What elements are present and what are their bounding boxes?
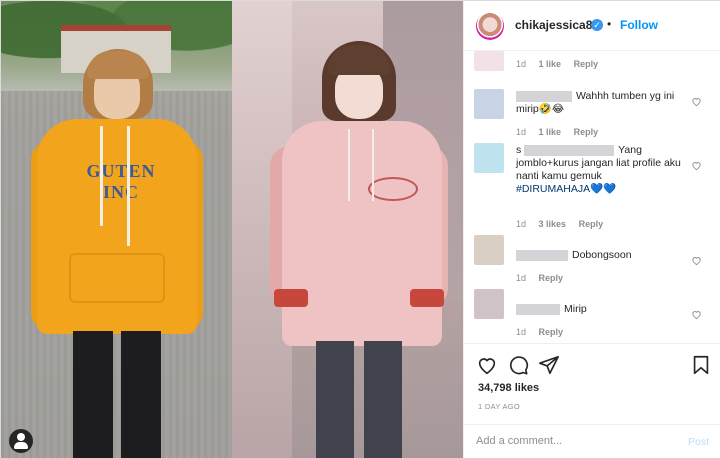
photo-yellow-hoodie: GUTEN INC [1,1,232,458]
comment-body: Mirip [516,303,694,316]
like-comment-heart-icon[interactable] [691,160,702,171]
comment-likes[interactable]: 1 like [539,59,562,69]
hoodie-logo [368,177,418,201]
figure-leg [121,331,161,458]
comment-age: 1d [516,219,527,229]
comment-list[interactable]: 1d 1 like Reply Wahhh tumben yg ini miri… [464,51,720,343]
commenter-name-initial[interactable]: s [516,144,521,156]
post-media[interactable]: GUTEN INC [1,1,463,458]
comment-age: 1d [516,59,527,69]
drawstring [372,129,374,201]
sleeve-cuff [274,289,308,307]
figure-fringe [87,51,149,79]
comment-age: 1d [516,273,527,283]
follow-button[interactable]: Follow [620,18,658,32]
post-header: chikajessica88 ✓ • Follow [464,1,720,51]
commenter-avatar[interactable] [474,51,504,71]
commenter-name-redacted[interactable] [516,249,568,261]
verified-badge-icon: ✓ [591,19,603,31]
photo-pink-hoodie [232,1,463,458]
share-paper-plane-icon[interactable] [538,354,560,376]
figure-leg [73,331,113,458]
commenter-name-redacted[interactable] [524,144,615,156]
post-side-panel: chikajessica88 ✓ • Follow 1d 1 like Repl… [463,1,720,458]
like-comment-heart-icon[interactable] [691,255,702,266]
commenter-avatar[interactable] [474,89,504,119]
instagram-post-frame: GUTEN INC chikajessica88 ✓ • Follow 1d 1… [0,0,720,458]
hoodie-pocket [69,253,165,303]
reply-button[interactable]: Reply [574,59,599,69]
drawstring [127,126,130,246]
avatar[interactable] [476,12,504,40]
separator-dot: • [607,17,612,31]
comment-meta: 1d Reply [516,327,573,337]
commenter-name-redacted[interactable] [516,90,572,102]
drawstring [100,126,103,226]
comment-bubble-icon[interactable] [507,354,529,376]
commenter-avatar[interactable] [474,235,504,265]
drawstring [348,129,350,201]
comment-text: Dobongsoon [572,249,632,261]
comment-body: Dobongsoon [516,249,694,262]
pink-hoodie [282,121,442,346]
like-comment-heart-icon[interactable] [691,309,702,320]
tagged-user-icon[interactable] [9,429,33,453]
reply-button[interactable]: Reply [539,273,564,283]
comment-meta: 1d 1 like Reply [516,59,608,69]
comment-meta: 1d 1 like Reply [516,127,608,137]
comment-meta: 1d 3 likes Reply [516,219,613,229]
figure-leg [316,341,354,458]
comment-likes[interactable]: 1 like [539,127,562,137]
comment-age: 1d [516,127,527,137]
like-heart-icon[interactable] [476,354,498,376]
sleeve-cuff [410,289,444,307]
post-comment-button[interactable]: Post [688,436,709,448]
comment-age: 1d [516,327,527,337]
comment-meta: 1d Reply [516,273,573,283]
like-comment-heart-icon[interactable] [691,96,702,107]
reply-button[interactable]: Reply [579,219,604,229]
commenter-avatar[interactable] [474,143,504,173]
comment-body: s Yang jomblo+kurus jangan liat profile … [516,144,694,196]
username-link[interactable]: chikajessica88 [515,18,599,32]
comment-body: Wahhh tumben yg ini mirip🤣😂 [516,90,694,116]
comment-text: Mirip [564,303,587,315]
comment-likes[interactable]: 3 likes [539,219,567,229]
hoodie-print-text: GUTEN INC [86,161,156,202]
commenter-name-redacted[interactable] [516,303,560,315]
add-comment-input[interactable] [476,435,676,447]
hashtag-link[interactable]: #DIRUMAHAJA💙💙 [516,183,616,195]
reply-button[interactable]: Reply [539,327,564,337]
post-actions: 34,798 likes 1 DAY AGO Post [464,343,720,458]
save-bookmark-icon[interactable] [690,354,712,376]
commenter-avatar[interactable] [474,289,504,319]
post-timestamp[interactable]: 1 DAY AGO [478,402,520,411]
reply-button[interactable]: Reply [574,127,599,137]
likes-count[interactable]: 34,798 likes [478,382,539,394]
figure-leg [364,341,402,458]
add-comment-bar: Post [464,424,720,458]
